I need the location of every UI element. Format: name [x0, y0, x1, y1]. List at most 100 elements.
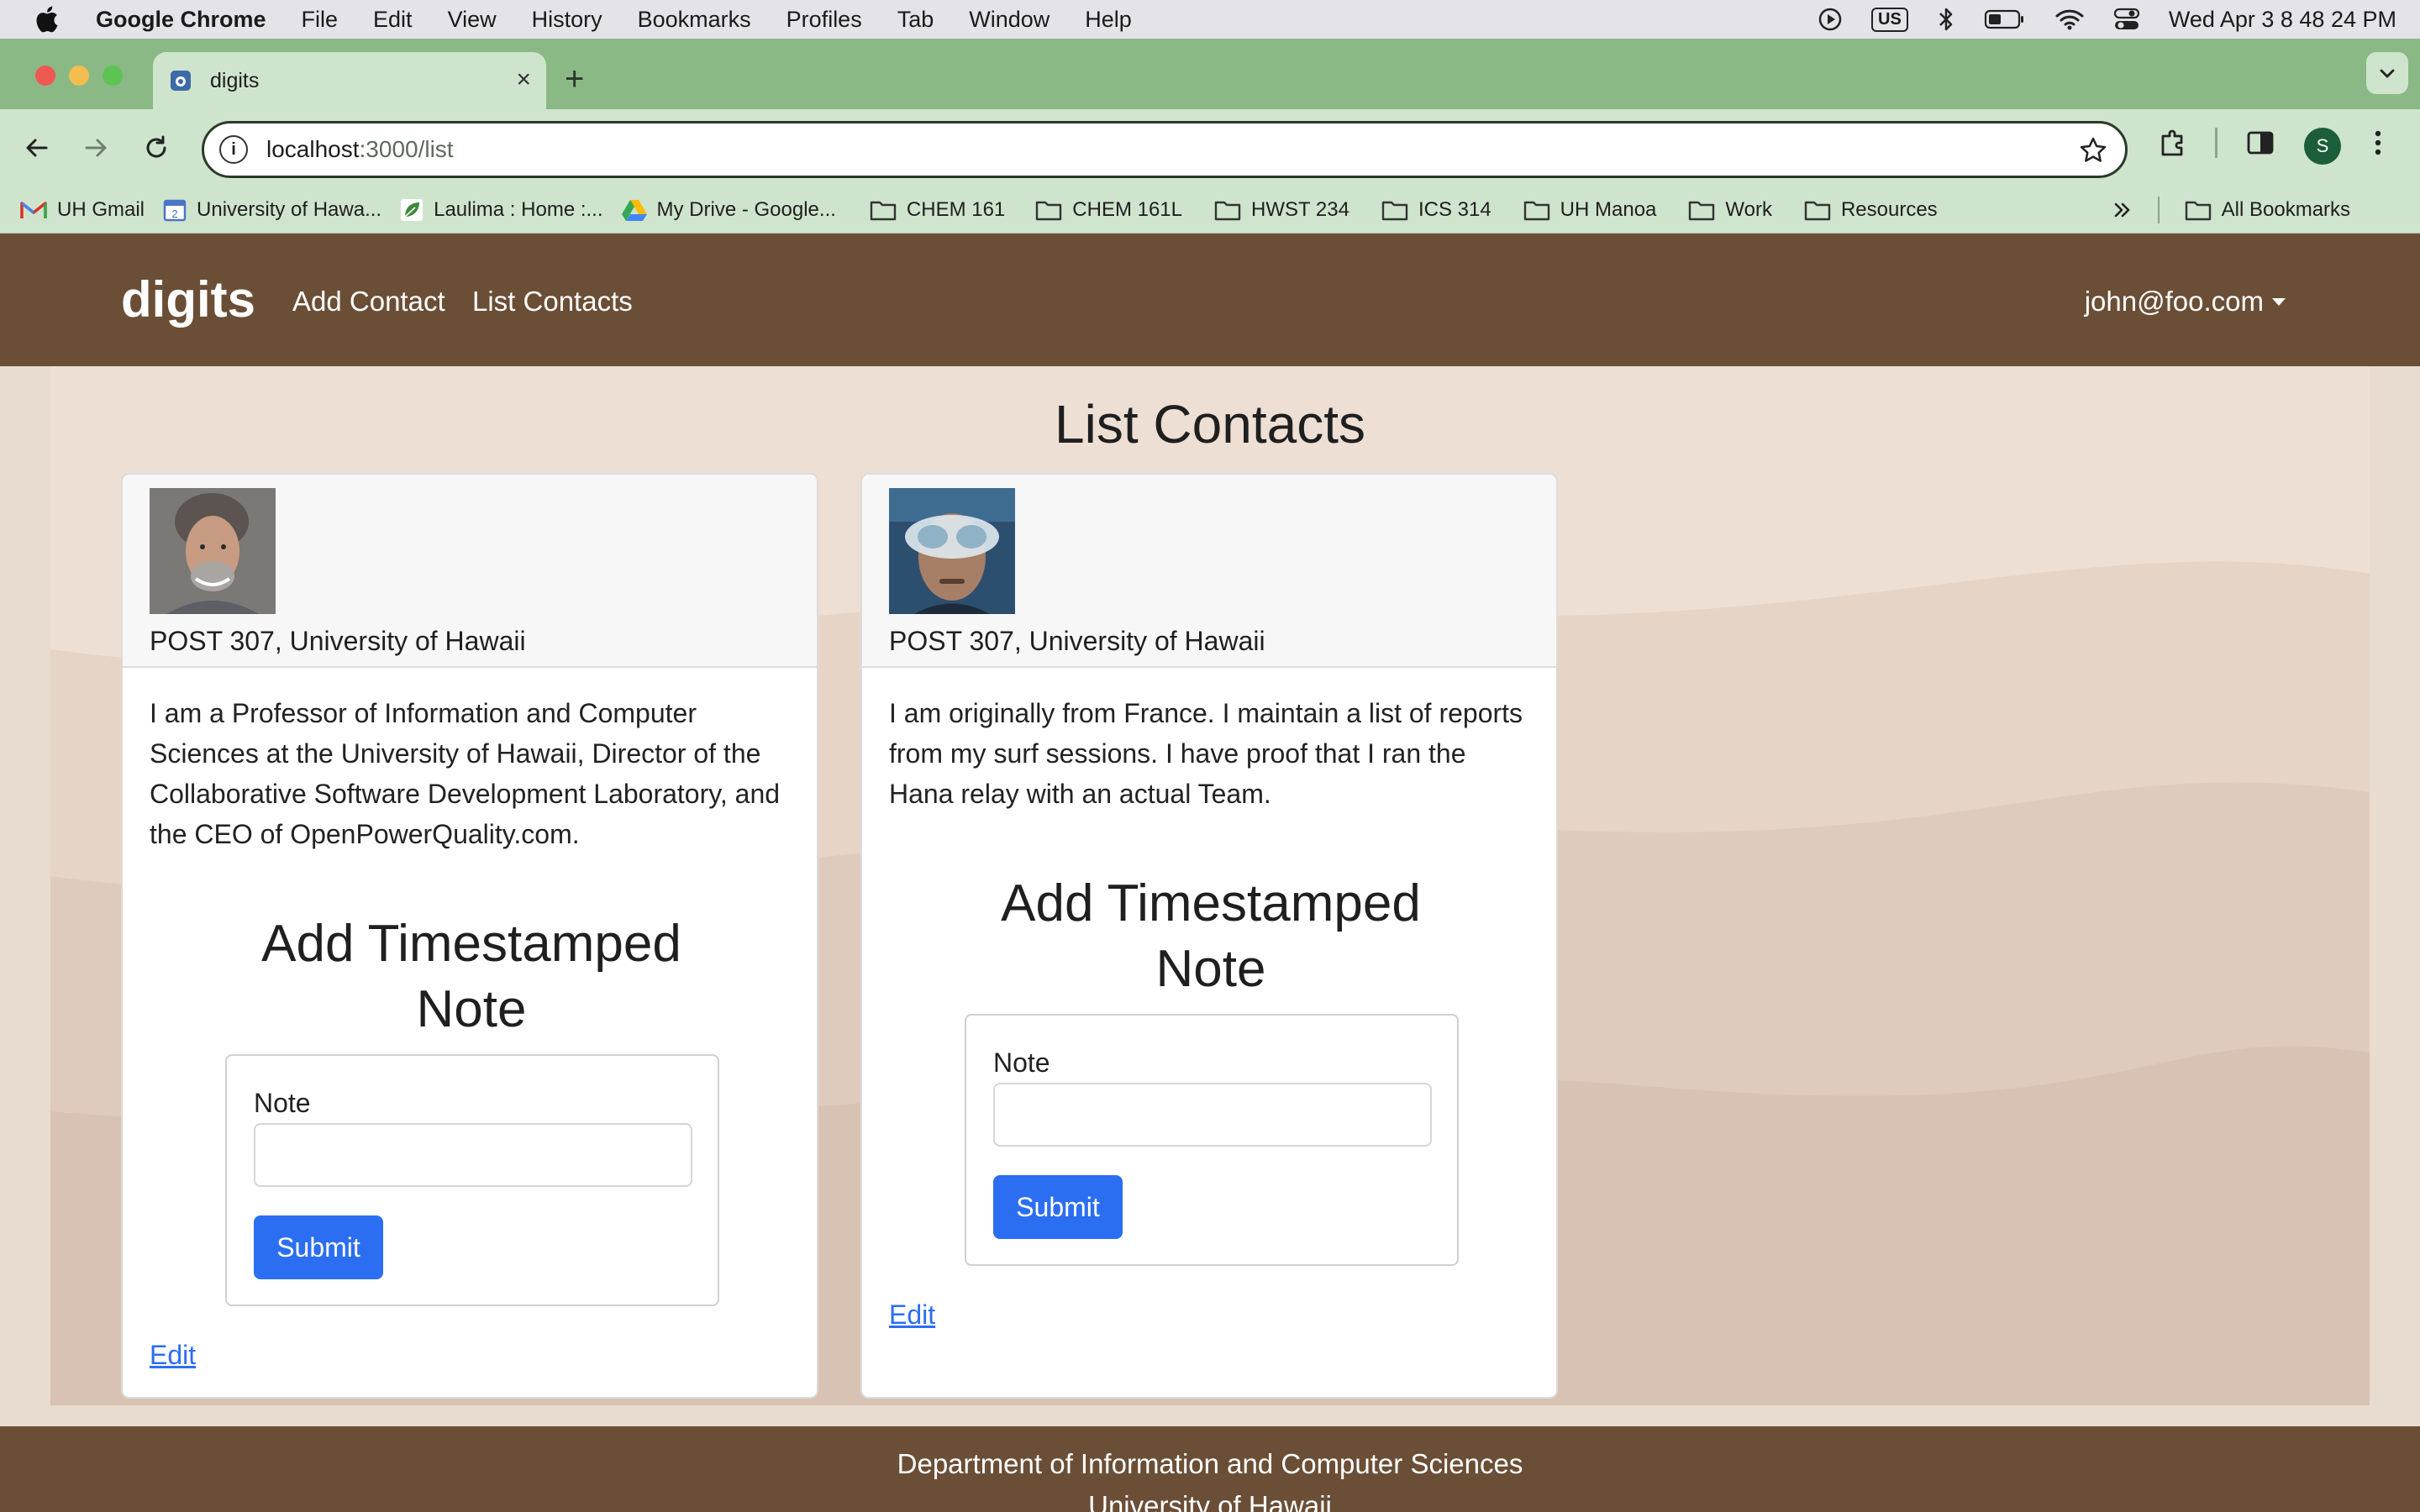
add-note-heading-line2: Note [416, 980, 527, 1038]
extensions-puzzle-icon[interactable] [2156, 126, 2190, 160]
site-brand[interactable]: digits [121, 270, 255, 328]
bookmark-my-drive[interactable]: My Drive - Google... [621, 197, 836, 222]
bookmark-folder-ics-314[interactable]: ICS 314 [1381, 198, 1491, 222]
url-host: localhost [266, 136, 360, 162]
nav-add-contact[interactable]: Add Contact [292, 286, 445, 318]
browser-tab-strip: digits × + [0, 39, 2420, 109]
folder-icon [1688, 199, 1715, 221]
menu-bookmarks[interactable]: Bookmarks [638, 7, 751, 33]
submit-note-button[interactable]: Submit [254, 1215, 383, 1279]
menu-history[interactable]: History [532, 7, 602, 33]
user-email: john@foo.com [2084, 286, 2264, 317]
window-controls [35, 66, 123, 86]
edit-contact-link[interactable]: Edit [889, 1299, 935, 1331]
page-title: List Contacts [1055, 394, 1365, 454]
close-window-button[interactable] [35, 66, 55, 86]
folder-icon [1804, 199, 1831, 221]
back-arrow-icon[interactable] [20, 131, 54, 165]
contact-card: POST 307, University of Hawaii I am orig… [860, 473, 1558, 1399]
bookmark-folder-chem-161l[interactable]: CHEM 161L [1035, 198, 1182, 222]
bookmark-folder-uh-manoa[interactable]: UH Manoa [1523, 197, 1657, 222]
forward-arrow-icon[interactable] [79, 131, 113, 165]
menu-window[interactable]: Window [969, 7, 1050, 33]
menu-edit[interactable]: Edit [373, 7, 413, 33]
add-note-heading-line2: Note [1155, 940, 1266, 998]
control-center-icon[interactable] [2113, 8, 2140, 31]
all-bookmarks-folder[interactable]: All Bookmarks [2185, 198, 2350, 222]
minimize-window-button[interactable] [69, 66, 89, 86]
bookmark-star-icon[interactable] [2078, 135, 2108, 171]
apple-icon[interactable] [34, 5, 62, 34]
bookmark-folder-chem-161[interactable]: CHEM 161 [870, 198, 1005, 222]
site-navbar: digits Add Contact List Contacts john@fo… [0, 234, 2420, 366]
menubar-status-area: US Wed Apr 3 8 48 24 PM [1818, 0, 2396, 39]
calendar-icon: 2 [163, 198, 187, 222]
caret-down-icon [2272, 297, 2286, 306]
add-note-form: Note Submit [965, 1014, 1459, 1266]
site-footer: Department of Information and Computer S… [0, 1426, 2420, 1512]
menu-file[interactable]: File [302, 7, 339, 33]
browser-toolbar: i localhost:3000/list S [0, 109, 2420, 186]
edit-contact-link[interactable]: Edit [150, 1340, 196, 1371]
menu-view[interactable]: View [448, 7, 497, 33]
bookmark-folder-hwst-234[interactable]: HWST 234 [1214, 198, 1349, 222]
new-tab-plus-icon[interactable]: + [565, 62, 584, 96]
submit-note-button[interactable]: Submit [993, 1175, 1123, 1239]
contact-photo [150, 488, 276, 614]
bookmarks-overflow-chevrons-icon[interactable] [2112, 200, 2133, 220]
bookmark-label: Laulima : Home :... [434, 197, 603, 221]
profile-avatar[interactable]: S [2304, 128, 2341, 165]
macos-menubar: Google Chrome File Edit View History Boo… [0, 0, 2420, 39]
keyboard-layout-indicator[interactable]: US [1871, 7, 1908, 32]
bookmark-university-of-hawaii[interactable]: 2 University of Hawa... [163, 198, 381, 222]
add-note-heading: Add Timestamped Note [123, 911, 817, 1042]
address-bar[interactable]: i localhost:3000/list [202, 121, 2128, 178]
bookmark-label: HWST 234 [1251, 197, 1349, 221]
meteor-favicon-icon [170, 70, 192, 92]
tab-close-icon[interactable]: × [516, 67, 531, 92]
footer-department: Department of Information and Computer S… [897, 1448, 1523, 1479]
menubar-clock[interactable]: Wed Apr 3 8 48 24 PM [2169, 7, 2396, 33]
nav-list-contacts[interactable]: List Contacts [472, 286, 633, 318]
battery-icon[interactable] [1984, 8, 2026, 30]
bookmarks-bar: UH Gmail 2 University of Hawa... Laulima… [0, 186, 2420, 234]
reload-icon[interactable] [139, 131, 173, 165]
add-note-heading: Add Timestamped Note [862, 871, 1556, 1002]
note-input[interactable] [254, 1123, 692, 1187]
tab-search-chevron-icon[interactable] [2366, 52, 2408, 94]
play-circle-icon[interactable] [1818, 7, 1843, 32]
gmail-icon [20, 200, 47, 220]
menu-app-name[interactable]: Google Chrome [96, 7, 266, 33]
folder-icon [1381, 199, 1408, 221]
note-field-label: Note [254, 1088, 311, 1118]
bookmark-label: UH Manoa [1560, 197, 1657, 221]
zoom-window-button[interactable] [103, 66, 123, 86]
site-info-icon[interactable]: i [219, 135, 248, 164]
add-note-form: Note Submit [225, 1054, 719, 1306]
laulima-leaf-icon [400, 198, 424, 222]
web-page: digits Add Contact List Contacts john@fo… [0, 234, 2420, 1512]
footer-university: University of Hawaii [1088, 1490, 1332, 1512]
menu-help[interactable]: Help [1085, 7, 1132, 33]
wifi-icon[interactable] [2054, 8, 2085, 31]
tab-digits[interactable]: digits × [153, 52, 546, 109]
toolbar-divider [2215, 128, 2217, 158]
bluetooth-icon[interactable] [1937, 6, 1955, 33]
menu-profiles[interactable]: Profiles [786, 7, 862, 33]
user-dropdown[interactable]: john@foo.com [2085, 286, 2286, 318]
menu-tab[interactable]: Tab [897, 7, 934, 33]
note-input[interactable] [993, 1083, 1432, 1147]
contact-address: POST 307, University of Hawaii [150, 626, 526, 656]
chrome-menu-kebab-icon[interactable] [2370, 126, 2386, 160]
bookmark-folder-work[interactable]: Work [1688, 198, 1772, 222]
bookmark-uh-gmail[interactable]: UH Gmail [20, 198, 145, 222]
folder-icon [2185, 199, 2212, 221]
bookmarks-divider [2157, 196, 2160, 223]
bookmark-folder-resources[interactable]: Resources [1804, 198, 1938, 222]
bookmark-laulima[interactable]: Laulima : Home :... [400, 197, 603, 222]
side-panel-icon[interactable] [2244, 126, 2277, 160]
bookmark-label: My Drive - Google... [656, 197, 836, 221]
tab-title: digits [210, 68, 260, 92]
folder-icon [1523, 199, 1550, 221]
google-drive-icon [621, 199, 647, 221]
